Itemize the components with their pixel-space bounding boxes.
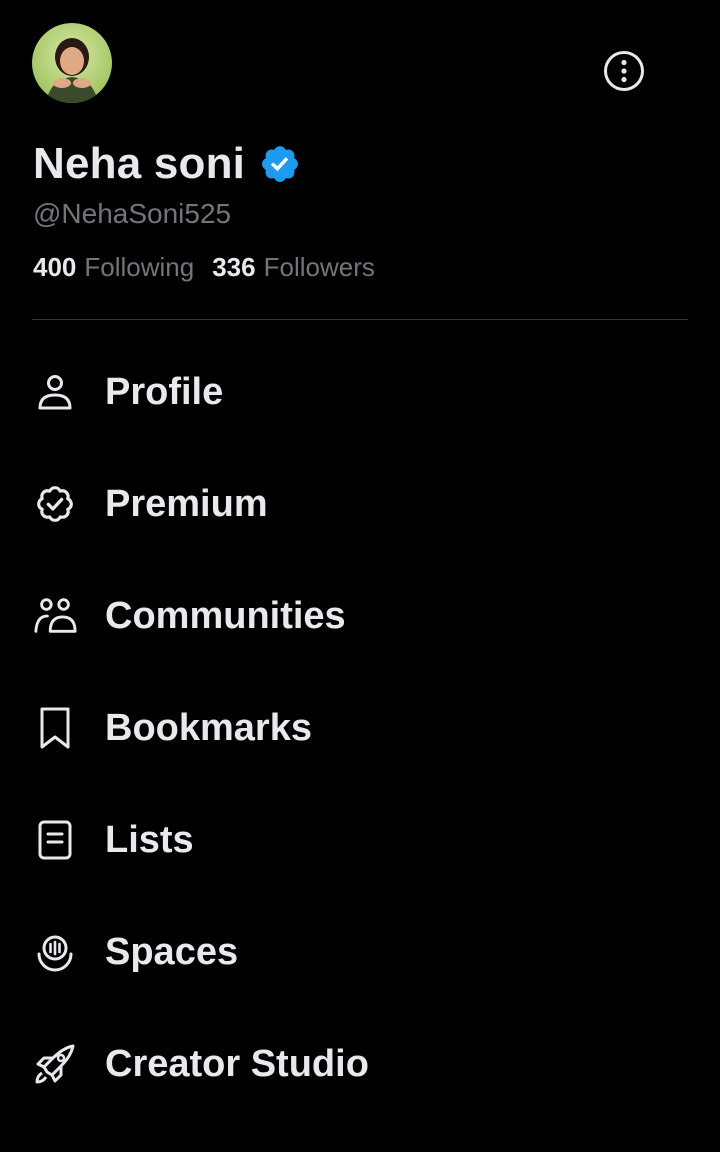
profile-handle: @NehaSoni525 — [33, 198, 232, 229]
following-count: 400 — [33, 252, 77, 282]
follow-stats: 400 Following 336 Followers — [33, 252, 393, 283]
following-label: Following — [84, 252, 195, 282]
bookmark-icon — [33, 706, 77, 750]
display-name[interactable]: Neha soni — [33, 139, 245, 189]
more-options-icon — [604, 51, 644, 91]
list-icon — [33, 818, 77, 862]
menu-label-profile: Profile — [105, 370, 224, 413]
followers-link[interactable]: 336 Followers — [212, 252, 375, 283]
menu-label-spaces: Spaces — [105, 930, 239, 973]
menu-item-spaces[interactable]: Spaces — [0, 896, 720, 1008]
profile-name-row: Neha soni — [33, 136, 301, 192]
menu-item-creator-studio[interactable]: Creator Studio — [0, 1008, 720, 1120]
followers-count: 336 — [212, 252, 256, 282]
menu-label-lists: Lists — [105, 818, 194, 861]
divider — [32, 319, 688, 320]
navigation-menu: Profile Premium Communities Bookmarks Li… — [0, 336, 720, 1120]
premium-badge-icon — [33, 482, 77, 526]
menu-label-creator-studio: Creator Studio — [105, 1042, 369, 1085]
rocket-icon — [33, 1042, 77, 1086]
menu-item-profile[interactable]: Profile — [0, 336, 720, 448]
menu-item-communities[interactable]: Communities — [0, 560, 720, 672]
menu-label-premium: Premium — [105, 482, 268, 525]
person-icon — [33, 370, 77, 414]
following-link[interactable]: 400 Following — [33, 252, 194, 283]
menu-item-premium[interactable]: Premium — [0, 448, 720, 560]
verified-badge-icon[interactable] — [259, 143, 301, 185]
followers-label: Followers — [263, 252, 375, 282]
communities-icon — [33, 594, 77, 638]
avatar-image — [32, 23, 112, 103]
menu-label-bookmarks: Bookmarks — [105, 706, 312, 749]
menu-item-lists[interactable]: Lists — [0, 784, 720, 896]
avatar[interactable] — [32, 23, 112, 103]
menu-item-bookmarks[interactable]: Bookmarks — [0, 672, 720, 784]
more-options-button[interactable] — [602, 49, 646, 93]
spaces-icon — [33, 930, 77, 974]
menu-label-communities: Communities — [105, 594, 346, 637]
